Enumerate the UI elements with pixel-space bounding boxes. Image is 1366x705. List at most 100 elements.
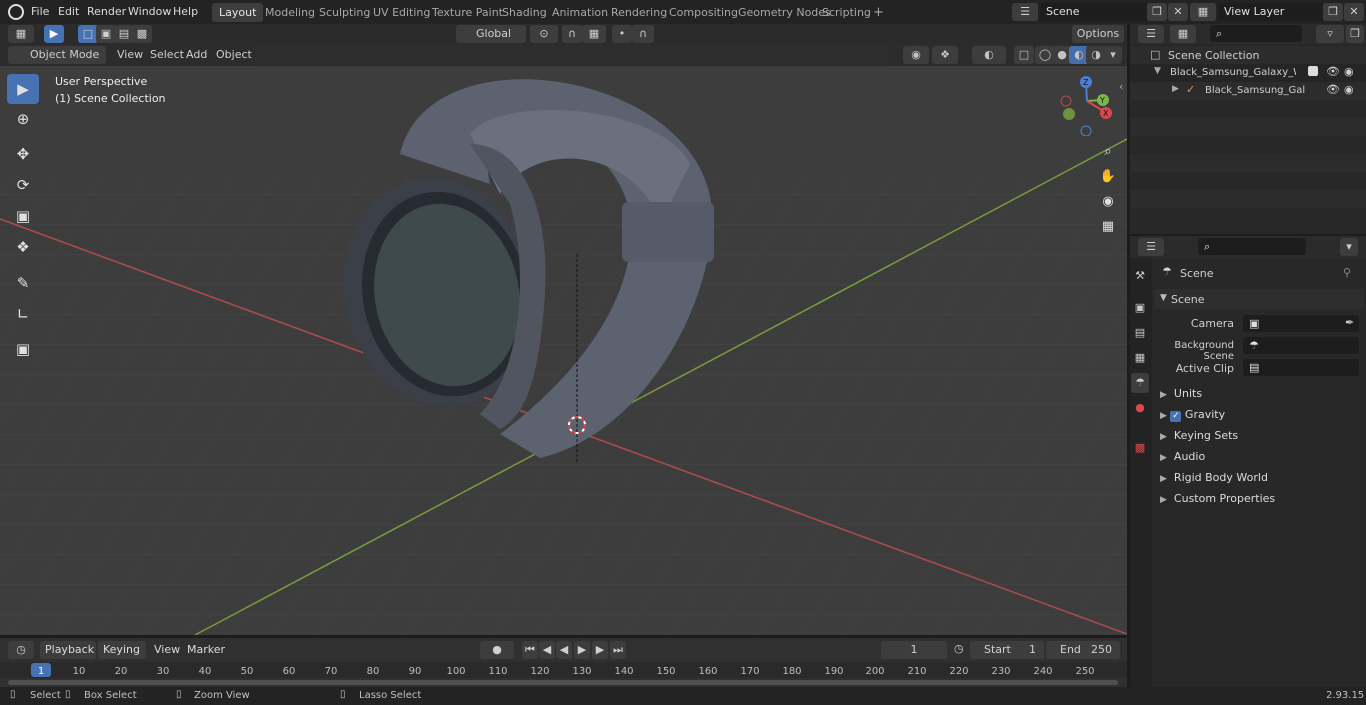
next-keyframe-icon[interactable]: ▶ [592,641,608,659]
menu-help[interactable]: Help [167,3,204,21]
zoom-icon[interactable]: ⌕ [1096,140,1120,164]
camera-field[interactable]: ▣ [1243,315,1359,332]
section-units[interactable]: ▶ Units [1160,384,1202,404]
eye-icon[interactable]: 👁 [1326,83,1340,96]
sidebar-toggle-icon[interactable]: ‹ [1119,80,1123,93]
add-cube-tool-icon[interactable]: ▣ [7,334,39,364]
camera-icon[interactable]: ◉ [1344,65,1354,78]
section-rigid-body-world[interactable]: ▶ Rigid Body World [1160,468,1268,488]
navigation-gizmo[interactable]: Z Y X [1058,74,1118,137]
select-box-tool-icon[interactable]: ▶ [7,74,39,104]
play-reverse-icon[interactable]: ◀ [556,641,572,659]
transform-tool-icon[interactable]: ❖ [7,232,39,262]
options-dropdown[interactable]: Options [1072,25,1124,43]
collapse-arrow-icon[interactable]: ▶ [1172,84,1179,94]
rendered-shading-icon[interactable]: ◑ [1086,46,1106,64]
start-frame-field[interactable]: Start 1 [970,641,1044,659]
pan-hand-icon[interactable]: ✋ [1096,165,1120,189]
view-layer-field[interactable]: View Layer [1218,3,1322,21]
mode-dropdown[interactable]: Object Mode [8,46,106,64]
panel-expand-icon[interactable]: ▼ [1160,293,1167,303]
blender-logo-icon[interactable] [8,4,24,20]
editor-type-icon[interactable]: ▦ [8,25,34,43]
properties-options-icon[interactable]: ▾ [1340,238,1358,256]
world-tab-icon[interactable]: ● [1131,398,1149,418]
view-layer-tab-icon[interactable]: ▦ [1131,348,1149,368]
outliner-item-collection[interactable]: Black_Samsung_Galaxy_Watc [1170,67,1296,78]
render-tab-icon[interactable]: ▣ [1131,298,1149,318]
new-view-layer-icon[interactable]: ❐ [1323,3,1343,21]
camera-icon[interactable]: ◉ [1344,83,1354,96]
expand-arrow-icon[interactable]: ▼ [1154,66,1161,76]
keying-menu[interactable]: Keying [98,641,146,659]
3d-viewport[interactable] [0,44,1127,635]
exclude-checkbox[interactable] [1308,66,1318,76]
viewport-menu-add[interactable]: Add [181,46,212,64]
section-audio[interactable]: ▶ Audio [1160,447,1205,467]
scene-icon[interactable]: ☰ [1012,3,1038,21]
jump-end-icon[interactable]: ⏭ [610,641,626,659]
viewport-menu-view[interactable]: View [112,46,148,64]
view-layer-icon[interactable]: ▦ [1190,3,1216,21]
delete-scene-icon[interactable]: ✕ [1168,3,1188,21]
select-new-icon[interactable]: □ [78,25,98,43]
grid-view-icon[interactable]: ▦ [1096,215,1120,239]
stopwatch-icon[interactable]: ◷ [954,642,964,655]
record-icon[interactable]: ● [480,641,514,659]
move-tool-icon[interactable]: ✥ [7,139,39,169]
outliner-search-input[interactable]: ⌕ [1210,25,1302,42]
pivot-icon[interactable]: ⊙ [530,25,558,43]
outliner-item-object[interactable]: Black_Samsung_Galaxy_ [1205,85,1305,96]
jump-start-icon[interactable]: ⏮ [522,641,538,659]
select-subtract-icon[interactable]: ▤ [114,25,134,43]
timeline-menu-marker[interactable]: Marker [182,641,230,659]
filter-icon[interactable]: ▿ [1316,25,1344,43]
playback-menu[interactable]: Playback [40,641,96,659]
delete-view-layer-icon[interactable]: ✕ [1344,3,1364,21]
viewport-canvas[interactable] [0,44,1127,635]
tool-tab-icon[interactable]: ⚒ [1131,266,1149,286]
scene-field[interactable]: Scene [1040,3,1146,21]
select-invert-icon[interactable]: ▩ [132,25,152,43]
properties-search-input[interactable]: ⌕ [1198,238,1306,255]
scene-collection-label[interactable]: Scene Collection [1168,49,1259,62]
shading-options-icon[interactable]: ▾ [1104,46,1122,64]
new-scene-icon[interactable]: ❐ [1147,3,1167,21]
orientation-dropdown[interactable]: Global [456,25,526,43]
tab-layout[interactable]: Layout [212,3,264,22]
prev-keyframe-icon[interactable]: ◀ [539,641,555,659]
snap-icon[interactable]: ∩ [562,25,582,43]
timeline-menu-view[interactable]: View [149,641,185,659]
timeline-scrollbar[interactable] [8,680,1118,685]
select-tool-icon[interactable]: ▶ [44,25,64,43]
section-gravity[interactable]: ▶ ✓ Gravity [1160,405,1225,425]
output-tab-icon[interactable]: ▤ [1131,323,1149,343]
gravity-checkbox[interactable]: ✓ [1170,411,1182,422]
annotate-tool-icon[interactable]: ✎ [7,268,39,298]
new-collection-icon[interactable]: ❐ [1346,25,1364,43]
eye-icon[interactable]: 👁 [1326,65,1340,78]
falloff-icon[interactable]: ∩ [632,25,654,43]
measure-tool-icon[interactable]: ∟ [7,299,39,329]
eyedropper-icon[interactable]: ✒ [1345,316,1354,329]
properties-editor-icon[interactable]: ☰ [1138,238,1164,256]
select-extend-icon[interactable]: ▣ [96,25,116,43]
section-custom-properties[interactable]: ▶ Custom Properties [1160,489,1275,509]
scale-tool-icon[interactable]: ▣ [7,201,39,231]
pin-icon[interactable]: ⚲ [1343,266,1351,279]
gizmo-toggle-icon[interactable]: ❖ [932,46,958,64]
proportional-icon[interactable]: • [612,25,632,43]
viewport-menu-object[interactable]: Object [211,46,257,64]
camera-view-icon[interactable]: ◉ [1096,190,1120,214]
outliner-editor-icon[interactable]: ☰ [1138,25,1164,43]
add-workspace-button[interactable]: + [866,3,891,22]
section-keying-sets[interactable]: ▶ Keying Sets [1160,426,1238,446]
xray-icon[interactable]: □ [1014,46,1034,64]
scene-tab-icon[interactable]: ☂ [1131,373,1149,393]
menu-file[interactable]: File [25,3,55,21]
current-frame-field[interactable]: 1 [881,641,947,659]
timeline-editor-icon[interactable]: ◷ [8,641,34,659]
play-icon[interactable]: ▶ [574,641,590,659]
active-clip-field[interactable]: ▤ [1243,359,1359,376]
end-frame-field[interactable]: End 250 [1046,641,1120,659]
